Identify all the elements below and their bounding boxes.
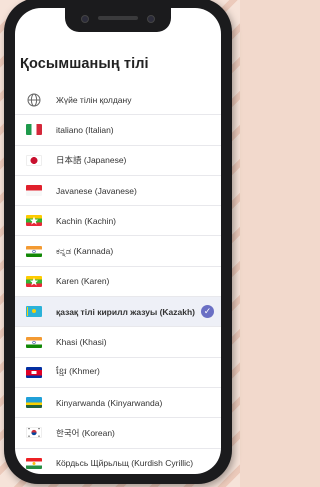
indonesia-flag-icon xyxy=(26,185,42,197)
language-list: Жүйе тілін қолдану italiano (Italian) 日本… xyxy=(15,85,221,474)
check-icon: ✓ xyxy=(201,305,214,319)
language-label: Javanese (Javanese) xyxy=(56,185,137,196)
language-item-kazakh[interactable]: қазақ тілі кирилл жазуы (Kazakh) ✓ xyxy=(15,297,221,328)
language-item-karen[interactable]: Karen (Karen) xyxy=(15,267,221,298)
language-label: қазақ тілі кирилл жазуы (Kazakh) xyxy=(56,306,195,317)
kurdistan-flag-icon xyxy=(26,457,42,469)
page-title: Қосымшаның тілі xyxy=(20,56,149,72)
language-label: italiano (Italian) xyxy=(56,124,114,135)
language-label: ខ្មែរ (Khmer) xyxy=(56,365,100,376)
language-label: Khasi (Khasi) xyxy=(56,337,107,348)
language-item-system[interactable]: Жүйе тілін қолдану xyxy=(15,85,221,116)
language-item-kurdish-cyrillic[interactable]: Кӧрдьсь Щйрьльщ (Kurdish Cyrillic) xyxy=(15,449,221,474)
camera-dot xyxy=(81,15,89,23)
language-label: 한국어 (Korean) xyxy=(56,427,115,438)
language-item-korean[interactable]: 한국어 (Korean) xyxy=(15,418,221,449)
italy-flag-icon xyxy=(26,124,42,136)
india-flag-icon xyxy=(26,336,42,348)
language-item-kachin[interactable]: Kachin (Kachin) xyxy=(15,206,221,237)
speaker-grill xyxy=(98,16,138,20)
language-item-kannada[interactable]: ಕನ್ನಡ (Kannada) xyxy=(15,236,221,267)
india-flag-icon xyxy=(26,245,42,257)
rwanda-flag-icon xyxy=(26,397,42,409)
myanmar-flag-icon xyxy=(26,215,42,227)
language-label: Жүйе тілін қолдану xyxy=(56,94,132,105)
language-label: Kinyarwanda (Kinyarwanda) xyxy=(56,397,163,408)
language-label: Kachin (Kachin) xyxy=(56,215,117,226)
language-item-khmer[interactable]: ខ្មែរ (Khmer) xyxy=(15,358,221,388)
cambodia-flag-icon xyxy=(26,366,42,378)
phone-notch xyxy=(65,8,171,32)
language-item-javanese[interactable]: Javanese (Javanese) xyxy=(15,176,221,207)
language-item-japanese[interactable]: 日本語 (Japanese) xyxy=(15,146,221,176)
globe-icon xyxy=(27,93,41,107)
language-item-kinyarwanda[interactable]: Kinyarwanda (Kinyarwanda) xyxy=(15,388,221,419)
language-label: 日本語 (Japanese) xyxy=(56,155,127,166)
kazakhstan-flag-icon xyxy=(26,306,42,318)
camera-dot xyxy=(147,15,155,23)
myanmar-flag-icon xyxy=(26,275,42,287)
language-label: ಕನ್ನಡ (Kannada) xyxy=(56,245,114,256)
language-item-italian[interactable]: italiano (Italian) xyxy=(15,115,221,146)
japan-flag-icon xyxy=(26,154,42,166)
language-label: Кӧрдьсь Щйрьльщ (Kurdish Cyrillic) xyxy=(56,458,194,469)
language-label: Karen (Karen) xyxy=(56,276,110,287)
south-korea-flag-icon xyxy=(26,427,42,439)
phone-frame: Қосымшаның тілі Жүйе тілін қолдану itali… xyxy=(4,0,232,484)
language-item-khasi[interactable]: Khasi (Khasi) xyxy=(15,327,221,358)
phone-screen: Қосымшаның тілі Жүйе тілін қолдану itali… xyxy=(15,8,221,474)
